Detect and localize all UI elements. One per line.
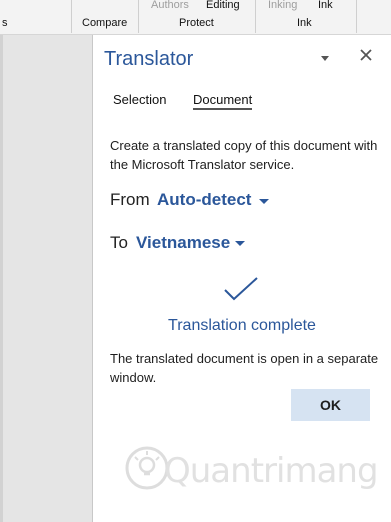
ribbon-divider	[138, 0, 139, 33]
description-text: Create a translated copy of this documen…	[110, 138, 378, 172]
pane-title: Translator	[104, 48, 194, 70]
from-language-dropdown[interactable]: Auto-detect	[157, 190, 251, 210]
ribbon-authors-button[interactable]: Authors	[151, 0, 189, 11]
from-label: From	[110, 190, 150, 209]
to-language-dropdown[interactable]: Vietnamese	[136, 233, 230, 253]
tab-document[interactable]: Document	[193, 92, 253, 110]
ribbon-group-label-partial: s	[2, 17, 8, 29]
watermark-text: Quantrimang	[164, 451, 379, 491]
watermark: Quantrimang	[124, 445, 379, 495]
chevron-down-icon[interactable]	[318, 53, 332, 63]
ribbon-group-compare[interactable]: Compare	[82, 17, 127, 29]
ribbon: s Compare Authors Editing Protect Inking…	[0, 0, 391, 35]
ok-button[interactable]: OK	[291, 389, 370, 421]
ribbon-divider	[255, 0, 256, 33]
page-edge	[0, 35, 3, 522]
to-label: To	[110, 233, 128, 252]
document-canvas[interactable]	[0, 35, 93, 522]
ribbon-ink-button[interactable]: Ink	[318, 0, 333, 11]
status-text: Translation complete	[168, 317, 316, 334]
chevron-down-icon[interactable]	[235, 241, 245, 246]
checkmark-icon	[224, 277, 258, 301]
ribbon-group-ink: Ink	[297, 17, 312, 29]
close-icon[interactable]	[358, 47, 374, 63]
ribbon-editing-button[interactable]: Editing	[206, 0, 240, 11]
ribbon-group-protect: Protect	[179, 17, 214, 29]
ribbon-divider	[356, 0, 357, 33]
ribbon-divider	[71, 0, 72, 33]
tab-selection[interactable]: Selection	[113, 92, 166, 107]
result-note: The translated document is open in a sep…	[110, 351, 379, 385]
ribbon-inking-button[interactable]: Inking	[268, 0, 297, 11]
chevron-down-icon[interactable]	[259, 199, 269, 204]
